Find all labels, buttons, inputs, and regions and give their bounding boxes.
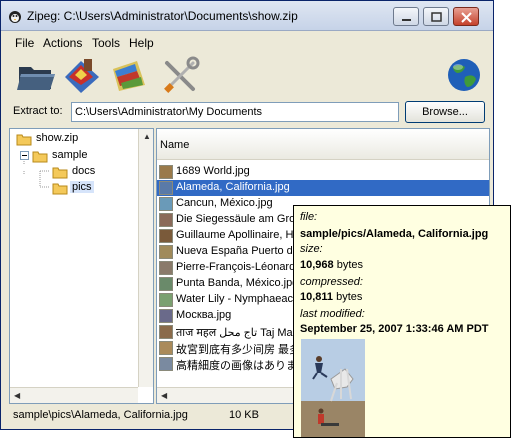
tooltip-size-value: 10,968 xyxy=(300,259,334,271)
maximize-icon xyxy=(431,12,442,22)
column-header-name[interactable]: Name xyxy=(157,129,489,160)
minimize-button[interactable] xyxy=(393,7,419,26)
options-tools-icon xyxy=(164,56,200,93)
folder-icon xyxy=(52,167,68,179)
open-button[interactable] xyxy=(13,55,59,95)
extract-to-row: Extract to: Browse... xyxy=(1,101,493,125)
menu-bar: File Actions Tools Help xyxy=(1,34,493,52)
file-name: 故宮到底有多少间房 最多 xyxy=(176,344,301,356)
tree-item-label: sample xyxy=(52,149,88,161)
zipeg-app-icon xyxy=(9,11,21,23)
browse-button[interactable]: Browse... xyxy=(405,101,485,123)
tree-vertical-scrollbar[interactable]: ▲ xyxy=(138,129,153,387)
extract-button[interactable] xyxy=(59,55,105,95)
folder-icon xyxy=(32,151,48,163)
image-file-icon xyxy=(159,357,173,371)
image-file-icon xyxy=(159,181,173,195)
maximize-button[interactable] xyxy=(423,7,449,26)
extract-selected-icon xyxy=(113,61,145,91)
image-file-icon xyxy=(159,229,173,243)
file-name: Alameda, California.jpg xyxy=(176,181,290,193)
image-file-icon xyxy=(159,261,173,275)
collapse-icon[interactable] xyxy=(20,151,29,160)
close-button[interactable] xyxy=(453,7,479,26)
image-file-icon xyxy=(159,197,173,211)
menu-tools[interactable]: Tools xyxy=(92,36,120,50)
close-icon xyxy=(461,12,472,23)
file-row[interactable]: 1689 World.jpg xyxy=(157,164,489,180)
title-bar[interactable]: Zipeg: C:\Users\Administrator\Documents\… xyxy=(1,1,493,31)
extract-icon xyxy=(65,59,99,93)
tooltip-modified-value: September 25, 2007 1:33:46 AM PDT xyxy=(300,323,489,335)
file-name: Guillaume Apollinaire, Ho xyxy=(176,229,300,241)
tooltip-file-label: file: xyxy=(300,211,318,223)
scroll-up-arrow-icon[interactable]: ▲ xyxy=(143,132,151,141)
file-row[interactable]: Alameda, California.jpg xyxy=(157,180,489,196)
tooltip-compressed-value: 10,811 xyxy=(300,291,334,303)
open-folder-icon xyxy=(17,67,55,90)
file-name: Москва.jpg xyxy=(176,309,232,321)
image-file-icon xyxy=(159,213,173,227)
tooltip-file-value: sample/pics/Alameda, California.jpg xyxy=(300,228,489,240)
folder-icon xyxy=(52,183,68,195)
toolbar xyxy=(1,53,493,99)
tooltip-size: 10,968 bytes xyxy=(300,259,363,271)
tooltip-size-label: size: xyxy=(300,243,323,255)
menu-actions[interactable]: Actions xyxy=(43,36,82,50)
image-file-icon xyxy=(159,341,173,355)
folder-tree[interactable]: show.zip sample docs pics ▲ ◀ xyxy=(9,128,154,404)
tooltip-size-unit: bytes xyxy=(333,259,364,271)
tooltip-compressed-unit: bytes xyxy=(333,291,363,303)
options-button[interactable] xyxy=(159,55,205,95)
image-file-icon xyxy=(159,245,173,259)
file-name: Nueva España Puerto de xyxy=(176,245,299,257)
extract-selected-button[interactable] xyxy=(107,55,153,95)
tree-item-label: docs xyxy=(72,165,96,177)
file-name: ताज महल تاج محل Taj Mah xyxy=(176,327,299,339)
menu-file[interactable]: File xyxy=(15,36,34,50)
image-file-icon xyxy=(159,277,173,291)
file-info-tooltip: file: sample/pics/Alameda, California.jp… xyxy=(293,205,511,438)
status-size: 10 KB xyxy=(229,409,259,421)
zip-folder-icon xyxy=(16,134,32,146)
image-file-icon xyxy=(159,165,173,179)
file-name: 高精細度の画像はありま xyxy=(176,360,297,372)
web-button[interactable] xyxy=(443,55,489,95)
menu-help[interactable]: Help xyxy=(129,36,154,50)
image-file-icon xyxy=(159,293,173,307)
globe-icon xyxy=(448,59,480,91)
image-file-icon xyxy=(159,309,173,323)
extract-to-label: Extract to: xyxy=(13,105,63,117)
column-header-label: Name xyxy=(160,139,190,151)
tooltip-compressed: 10,811 bytes xyxy=(300,291,362,303)
file-name: Punta Banda, México.jpg xyxy=(176,277,299,289)
scroll-left-arrow-icon[interactable]: ◀ xyxy=(161,391,167,400)
tree-item-label: show.zip xyxy=(36,132,79,144)
photo-preview-thumbnail xyxy=(301,339,365,437)
tree-horizontal-scrollbar[interactable]: ◀ xyxy=(10,387,138,403)
tooltip-modified-label: last modified: xyxy=(300,308,365,320)
tree-item-label: pics xyxy=(70,181,94,193)
scroll-left-arrow-icon[interactable]: ◀ xyxy=(14,391,20,400)
status-path: sample\pics\Alameda, California.jpg xyxy=(13,409,188,421)
file-name: Cancun, México.jpg xyxy=(176,197,273,209)
minimize-icon xyxy=(402,19,411,21)
tooltip-compressed-label: compressed: xyxy=(300,276,363,288)
file-name: Die Siegessäule am Groß xyxy=(176,213,302,225)
extract-to-input[interactable] xyxy=(71,102,399,122)
file-name: Pierre-François-Léonard xyxy=(176,261,296,273)
file-name: 1689 World.jpg xyxy=(176,165,250,177)
window-title: Zipeg: C:\Users\Administrator\Documents\… xyxy=(27,9,298,23)
image-file-icon xyxy=(159,325,173,339)
file-name: Water Lily - Nymphaeac xyxy=(176,293,293,305)
